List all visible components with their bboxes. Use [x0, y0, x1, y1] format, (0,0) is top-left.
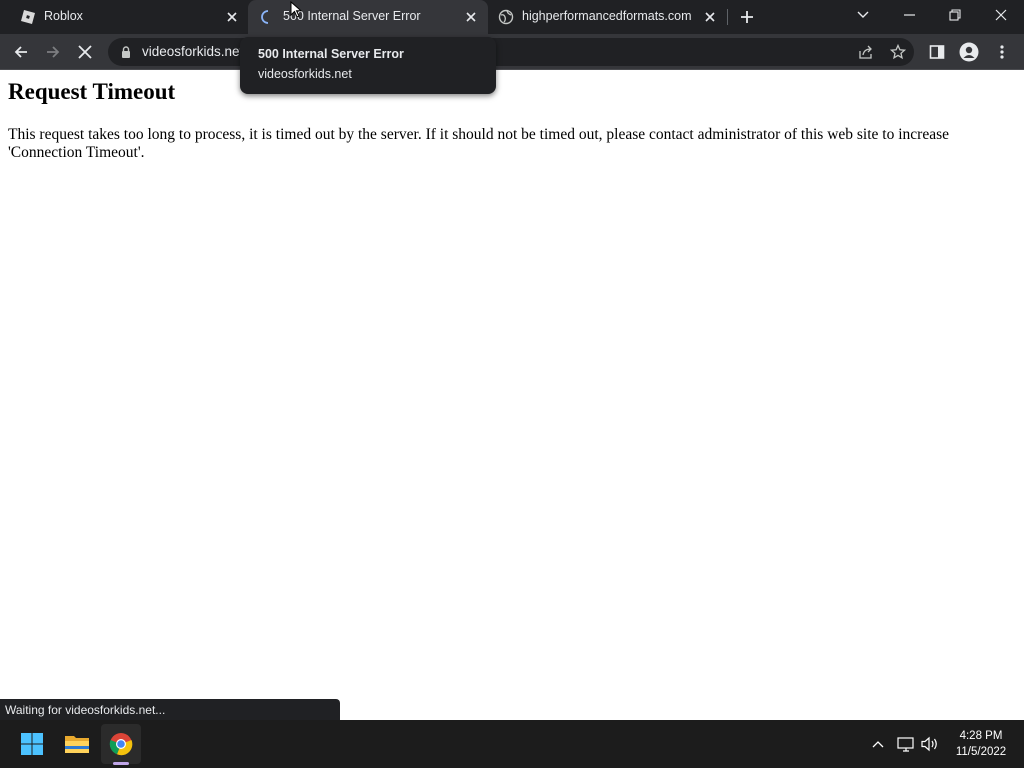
network-icon[interactable]	[896, 734, 916, 754]
status-bubble: Waiting for videosforkids.net...	[0, 699, 340, 720]
side-panel-icon[interactable]	[926, 41, 948, 63]
tab-title: highperformancedformats.com	[522, 9, 692, 23]
mouse-cursor-icon	[290, 1, 302, 18]
url-text: videosforkids.net	[142, 44, 244, 59]
new-tab-icon[interactable]	[738, 8, 756, 26]
close-tab-icon[interactable]	[224, 9, 240, 25]
tab-hover-card: 500 Internal Server Error videosforkids.…	[240, 37, 496, 94]
tab-internal-server-error[interactable]: 500 Internal Server Error	[248, 0, 488, 34]
loading-spinner-icon	[260, 9, 276, 25]
address-bar[interactable]: videosforkids.net	[108, 38, 914, 66]
tab-title: Roblox	[44, 9, 83, 23]
tab-separator	[727, 9, 728, 25]
tab-title: 500 Internal Server Error	[283, 9, 421, 23]
tab-highperformancedformats[interactable]: highperformancedformats.com	[488, 0, 728, 34]
file-explorer-icon[interactable]	[57, 724, 97, 764]
menu-kebab-icon[interactable]	[991, 41, 1013, 63]
browser-toolbar: videosforkids.net	[0, 34, 1024, 70]
close-window-icon[interactable]	[978, 0, 1024, 30]
system-clock[interactable]: 4:28 PM 11/5/2022	[948, 728, 1014, 760]
windows-start-icon[interactable]	[12, 724, 52, 764]
page-message: This request takes too long to process, …	[8, 126, 949, 161]
back-arrow-icon[interactable]	[10, 41, 32, 63]
tab-roblox[interactable]: Roblox	[0, 0, 248, 34]
forward-arrow-icon[interactable]	[42, 41, 64, 63]
stop-loading-icon[interactable]	[74, 41, 96, 63]
chrome-icon[interactable]	[101, 724, 141, 764]
page-heading: Request Timeout	[8, 79, 176, 104]
roblox-icon	[20, 9, 36, 25]
volume-icon[interactable]	[920, 734, 940, 754]
minimize-icon[interactable]	[886, 0, 932, 30]
clock-date: 11/5/2022	[955, 746, 1007, 758]
profile-avatar-icon[interactable]	[958, 41, 980, 63]
close-tab-icon[interactable]	[463, 9, 479, 25]
tab-search-chevron-down-icon[interactable]	[840, 0, 886, 30]
clock-time: 4:28 PM	[959, 730, 1003, 742]
share-icon[interactable]	[857, 43, 875, 61]
tab-strip: Roblox 500 Internal Server Error highper…	[0, 0, 1024, 34]
globe-icon	[498, 9, 514, 25]
restore-icon[interactable]	[932, 0, 978, 30]
lock-icon[interactable]	[119, 45, 133, 59]
active-app-indicator	[113, 762, 129, 765]
bookmark-star-icon[interactable]	[889, 43, 907, 61]
hover-card-title: 500 Internal Server Error	[258, 47, 404, 61]
close-tab-icon[interactable]	[702, 9, 718, 25]
hover-card-domain: videosforkids.net	[258, 67, 352, 81]
show-hidden-icons-chevron-up-icon[interactable]	[868, 734, 888, 754]
taskbar: 4:28 PM 11/5/2022	[0, 720, 1024, 768]
web-page: Request Timeout This request takes too l…	[0, 71, 1024, 720]
